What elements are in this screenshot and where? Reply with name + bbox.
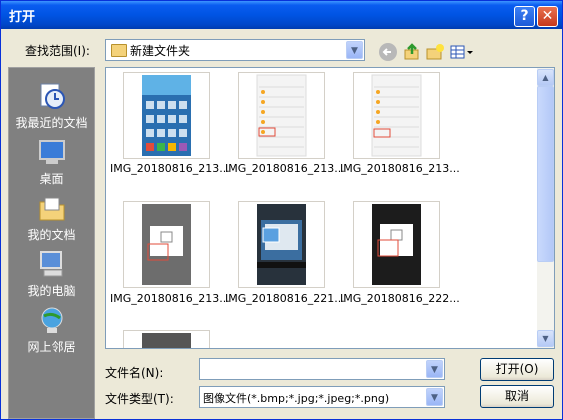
desktop-icon xyxy=(39,140,65,164)
recent-docs-icon xyxy=(40,83,65,109)
place-label: 网上邻居 xyxy=(27,340,76,354)
place-recent[interactable]: 我最近的文档 xyxy=(9,80,94,136)
cancel-button[interactable]: 取消 xyxy=(480,385,554,408)
look-in-select[interactable]: 新建文件夹 ▼ xyxy=(105,39,365,61)
file-thumbnail[interactable] xyxy=(353,72,440,159)
back-button[interactable] xyxy=(379,43,397,61)
file-thumbnail[interactable] xyxy=(123,330,210,348)
title-bar[interactable]: 打开 ? ✕ xyxy=(1,1,562,29)
scroll-up-button[interactable]: ▲ xyxy=(537,69,554,86)
dialog-title: 打开 xyxy=(9,10,36,25)
file-type-value: 图像文件(*.bmp;*.jpg;*.jpeg;*.png) xyxy=(203,392,390,405)
folder-icon xyxy=(111,44,127,57)
place-my-documents[interactable]: 我的文档 xyxy=(9,192,94,248)
network-places-icon xyxy=(41,307,63,333)
file-name[interactable]: IMG_20180816_213... xyxy=(110,162,230,175)
view-menu-button[interactable] xyxy=(450,43,474,61)
close-button[interactable]: ✕ xyxy=(537,6,558,27)
file-type-select[interactable]: 图像文件(*.bmp;*.jpg;*.jpeg;*.png) ▼ xyxy=(199,386,445,408)
file-name[interactable]: IMG_20180816_213... xyxy=(225,162,345,175)
places-bar: 我最近的文档 桌面 我的文档 我的电脑 网上邻居 xyxy=(8,67,95,419)
file-name-label: 文件名(N): xyxy=(105,366,164,380)
look-in-value: 新建文件夹 xyxy=(130,44,191,58)
place-label: 桌面 xyxy=(39,172,64,186)
file-thumbnail[interactable] xyxy=(123,72,210,159)
file-list-view[interactable]: IMG_20180816_213... IMG_20180816_213... … xyxy=(105,67,555,349)
file-name-input[interactable]: ▼ xyxy=(199,358,445,380)
file-thumbnail[interactable] xyxy=(353,201,440,288)
place-network[interactable]: 网上邻居 xyxy=(9,304,94,360)
vertical-scrollbar[interactable]: ▲ ▼ xyxy=(537,68,554,348)
place-label: 我的文档 xyxy=(27,228,76,242)
file-type-label: 文件类型(T): xyxy=(105,392,174,406)
chevron-down-icon[interactable]: ▼ xyxy=(426,360,443,378)
my-documents-icon xyxy=(39,197,65,221)
scroll-down-button[interactable]: ▼ xyxy=(537,330,554,347)
file-thumbnail[interactable] xyxy=(123,201,210,288)
place-my-computer[interactable]: 我的电脑 xyxy=(9,248,94,304)
scroll-thumb[interactable] xyxy=(537,86,554,262)
place-desktop[interactable]: 桌面 xyxy=(9,136,94,192)
up-folder-button[interactable] xyxy=(403,43,421,61)
open-button[interactable]: 打开(O) xyxy=(480,358,554,381)
chevron-down-icon[interactable]: ▼ xyxy=(346,41,363,59)
open-dialog: 打开 ? ✕ 查找范围(I): 新建文件夹 ▼ 我最近的文档 桌面 我的文档 我… xyxy=(0,0,563,420)
file-name[interactable]: IMG_20180816_213... xyxy=(340,162,460,175)
file-name[interactable]: IMG_20180816_221... xyxy=(225,292,345,305)
chevron-down-icon[interactable]: ▼ xyxy=(426,388,443,406)
my-computer-icon xyxy=(40,251,63,277)
look-in-label: 查找范围(I): xyxy=(25,44,90,58)
place-label: 我最近的文档 xyxy=(15,116,88,130)
place-label: 我的电脑 xyxy=(27,284,76,298)
file-thumbnail[interactable] xyxy=(238,72,325,159)
new-folder-button[interactable] xyxy=(426,43,444,61)
help-button[interactable]: ? xyxy=(514,6,535,27)
file-thumbnail[interactable] xyxy=(238,201,325,288)
file-name[interactable]: IMG_20180816_213... xyxy=(110,292,230,305)
file-name[interactable]: IMG_20180816_222... xyxy=(340,292,460,305)
